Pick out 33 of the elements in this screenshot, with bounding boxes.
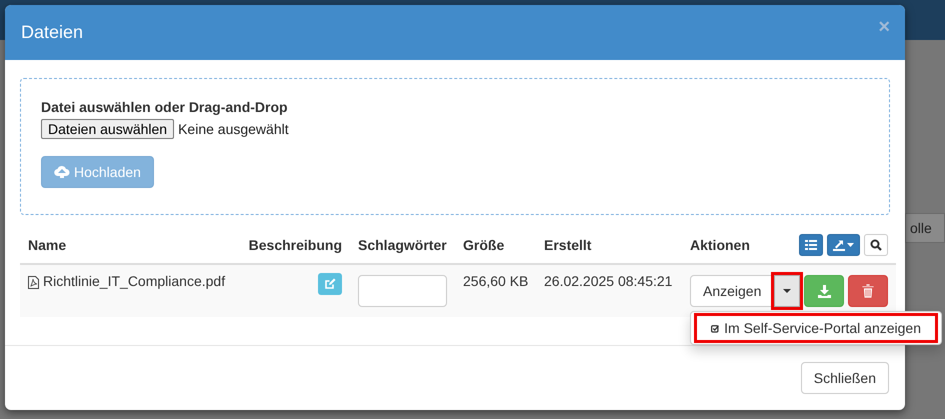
export-dropdown-button[interactable]	[827, 234, 860, 256]
column-header: Aktionen	[690, 237, 750, 253]
tags-input-field[interactable]	[358, 275, 447, 307]
pdf-file-icon	[28, 276, 39, 289]
cloud-upload-icon	[54, 165, 70, 179]
download-icon	[818, 284, 831, 298]
search-button[interactable]	[864, 234, 888, 256]
download-button[interactable]	[804, 275, 844, 307]
created-date: 26.02.2025 08:45:21	[544, 273, 672, 289]
column-header: Beschreibung	[248, 237, 342, 253]
dropdown-toggle-button[interactable]	[774, 275, 800, 307]
trash-icon	[862, 284, 874, 298]
menu-item[interactable]: Im Self-Service-Portal anzeigen	[697, 316, 935, 340]
choose-files-button[interactable]: Dateien auswählen	[41, 119, 174, 139]
table-header: olle	[905, 213, 945, 243]
file-status: Keine ausgewählt	[178, 121, 289, 137]
list-icon	[805, 240, 818, 250]
delete-button[interactable]	[848, 275, 888, 307]
dialog-title: Dateien	[21, 22, 84, 43]
edit-icon	[324, 278, 336, 290]
file-size: 256,60 KB	[463, 273, 528, 289]
export-icon	[833, 239, 846, 251]
caret-icon	[847, 243, 854, 247]
column-header: Schlagwörter	[358, 237, 447, 253]
caret-icon	[783, 289, 792, 293]
drop-zone[interactable]: Datei auswählen oder Drag-and-Drop Dateien auswählen Keine ausgewählt Hochladen	[20, 78, 890, 215]
search-icon	[870, 239, 882, 251]
column-header: Größe	[463, 237, 504, 253]
column-header: Name	[28, 237, 66, 253]
close-dialog-button[interactable]: Schließen	[800, 362, 889, 394]
column-header: Erstellt	[544, 237, 592, 253]
list-view-button[interactable]	[799, 234, 824, 256]
upload-label: Datei auswählen oder Drag-and-Drop	[41, 99, 289, 115]
